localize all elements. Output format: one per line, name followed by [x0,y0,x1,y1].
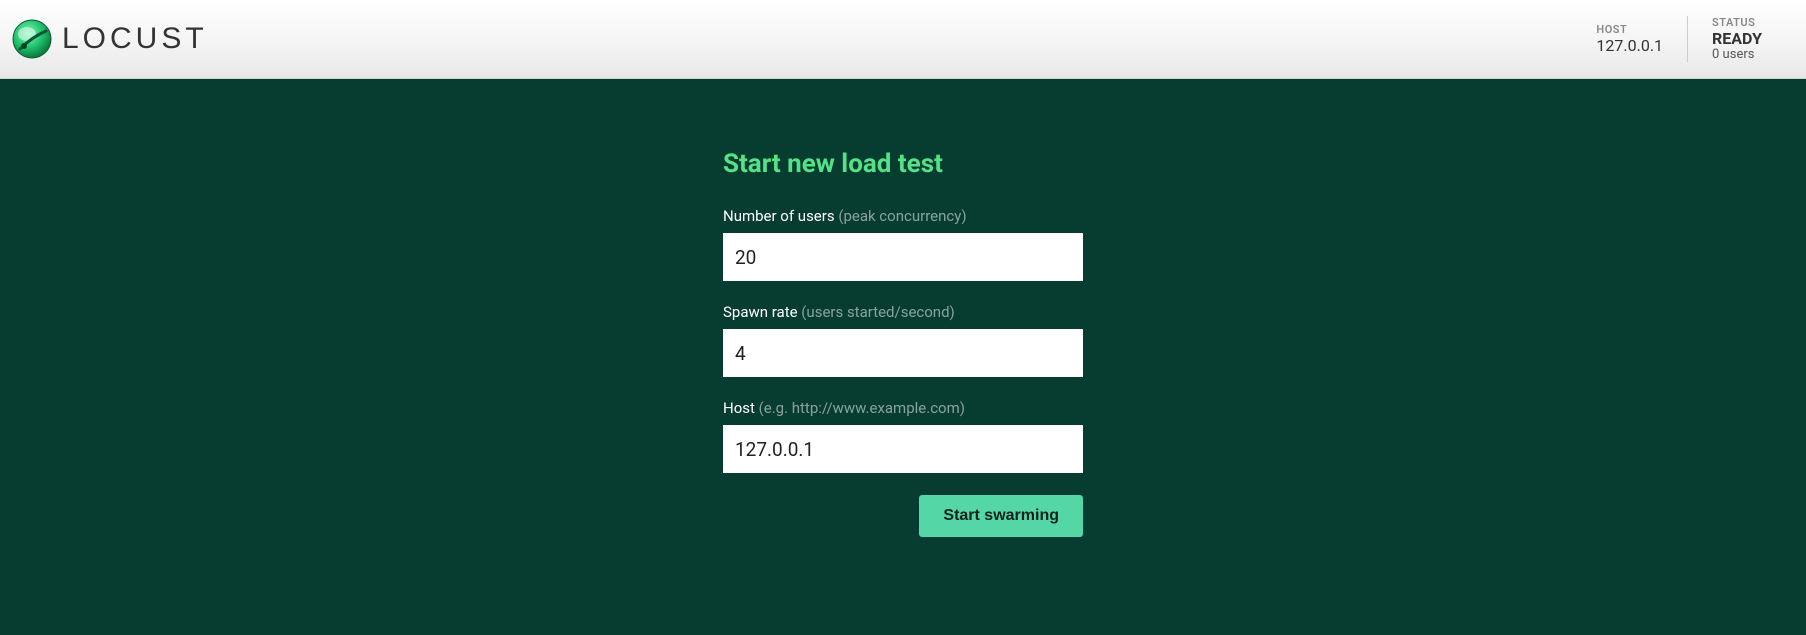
button-row: Start swarming [723,495,1083,537]
spawn-hint: (users started/second) [801,303,954,321]
status-value: READY [1712,29,1762,48]
host-label: HOST [1596,23,1663,36]
host-label-field: Host (e.g. http://www.example.com) [723,399,1083,417]
form-title: Start new load test [723,149,1083,179]
host-value: 127.0.0.1 [1596,36,1663,55]
host-status-block: HOST 127.0.0.1 [1572,23,1687,55]
users-input[interactable] [723,233,1083,281]
status-status-block: STATUS READY 0 users [1687,16,1786,62]
users-group: Number of users (peak concurrency) [723,207,1083,281]
app-header: LOCUST HOST 127.0.0.1 STATUS READY 0 use… [0,0,1806,79]
logo-text: LOCUST [62,22,208,56]
spawn-rate-input[interactable] [723,329,1083,377]
main-content: Start new load test Number of users (pea… [0,79,1806,537]
load-test-form: Start new load test Number of users (pea… [723,149,1083,537]
status-users: 0 users [1712,48,1762,62]
spawn-group: Spawn rate (users started/second) [723,303,1083,377]
logo: LOCUST [12,19,208,59]
users-label-text: Number of users [723,207,838,225]
users-hint: (peak concurrency) [838,207,966,225]
spawn-label: Spawn rate (users started/second) [723,303,1083,321]
locust-icon [12,19,52,59]
host-hint: (e.g. http://www.example.com) [759,399,965,417]
host-label-text: Host [723,399,759,417]
host-input[interactable] [723,425,1083,473]
start-swarming-button[interactable]: Start swarming [919,495,1083,537]
spawn-label-text: Spawn rate [723,303,801,321]
host-group: Host (e.g. http://www.example.com) [723,399,1083,473]
status-label: STATUS [1712,16,1762,29]
users-label: Number of users (peak concurrency) [723,207,1083,225]
header-status-area: HOST 127.0.0.1 STATUS READY 0 users [1572,16,1786,62]
